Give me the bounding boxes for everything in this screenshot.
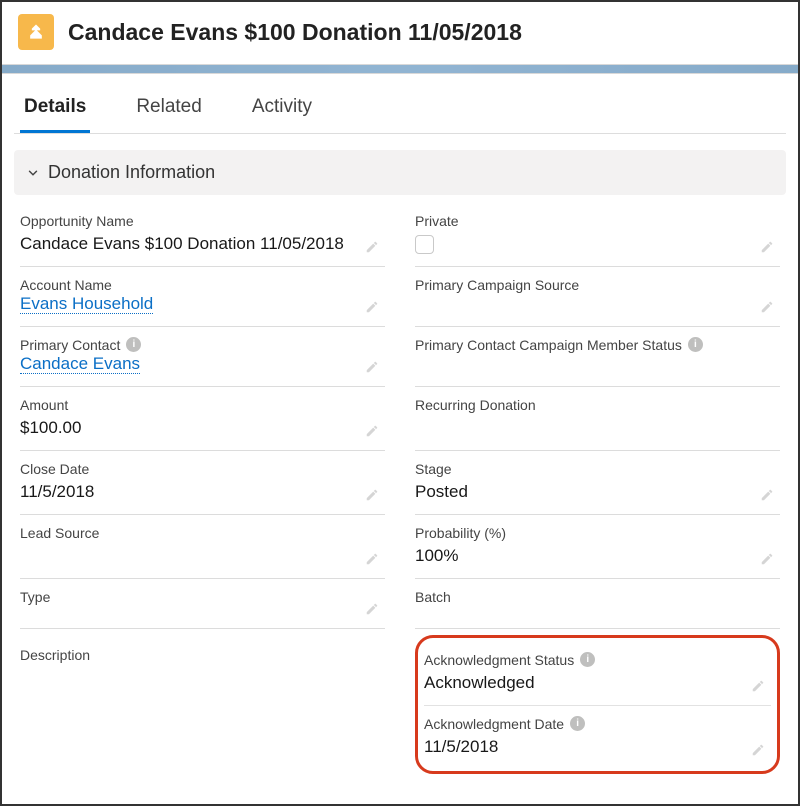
- label-opportunity-name: Opportunity Name: [20, 213, 134, 229]
- field-lead-source[interactable]: Lead Source: [20, 515, 385, 579]
- label-stage: Stage: [415, 461, 452, 477]
- label-ack-status: Acknowledgment Status: [424, 652, 574, 668]
- label-primary-contact-cms: Primary Contact Campaign Member Status: [415, 337, 682, 353]
- pencil-icon[interactable]: [760, 240, 774, 254]
- info-icon[interactable]: i: [570, 716, 585, 731]
- pencil-icon[interactable]: [365, 360, 379, 374]
- info-icon[interactable]: i: [688, 337, 703, 352]
- label-account-name: Account Name: [20, 277, 112, 293]
- section-title: Donation Information: [48, 162, 215, 183]
- highlight-acknowledgment: Acknowledgment Status i Acknowledged Ack…: [415, 635, 780, 774]
- field-recurring-donation[interactable]: Recurring Donation: [415, 387, 780, 451]
- label-recurring-donation: Recurring Donation: [415, 397, 536, 413]
- pencil-icon[interactable]: [365, 240, 379, 254]
- field-stage[interactable]: Stage Posted: [415, 451, 780, 515]
- value-probability: 100%: [415, 545, 750, 568]
- field-primary-contact[interactable]: Primary Contact i Candace Evans: [20, 327, 385, 387]
- pencil-icon[interactable]: [760, 488, 774, 502]
- pencil-icon[interactable]: [365, 602, 379, 616]
- link-account-name[interactable]: Evans Household: [20, 294, 153, 314]
- pencil-icon[interactable]: [365, 488, 379, 502]
- field-ack-date[interactable]: Acknowledgment Date i 11/5/2018: [424, 706, 771, 769]
- field-probability[interactable]: Probability (%) 100%: [415, 515, 780, 579]
- field-batch[interactable]: Batch: [415, 579, 780, 629]
- tab-related[interactable]: Related: [132, 82, 206, 133]
- field-account-name[interactable]: Account Name Evans Household: [20, 267, 385, 327]
- field-primary-contact-cms[interactable]: Primary Contact Campaign Member Status i: [415, 327, 780, 387]
- label-lead-source: Lead Source: [20, 525, 99, 541]
- label-description: Description: [20, 647, 90, 663]
- field-opportunity-name[interactable]: Opportunity Name Candace Evans $100 Dona…: [20, 203, 385, 267]
- label-batch: Batch: [415, 589, 451, 605]
- tab-activity[interactable]: Activity: [248, 82, 316, 133]
- pencil-icon[interactable]: [760, 552, 774, 566]
- value-close-date: 11/5/2018: [20, 481, 355, 504]
- field-type[interactable]: Type: [20, 579, 385, 629]
- value-stage: Posted: [415, 481, 750, 504]
- checkbox-private[interactable]: [415, 235, 434, 254]
- info-icon[interactable]: i: [126, 337, 141, 352]
- value-ack-status: Acknowledged: [424, 672, 741, 695]
- pencil-icon[interactable]: [365, 552, 379, 566]
- field-primary-campaign-source[interactable]: Primary Campaign Source: [415, 267, 780, 327]
- field-close-date[interactable]: Close Date 11/5/2018: [20, 451, 385, 515]
- pencil-icon[interactable]: [365, 300, 379, 314]
- field-ack-status[interactable]: Acknowledgment Status i Acknowledged: [424, 642, 771, 706]
- info-icon[interactable]: i: [580, 652, 595, 667]
- tab-bar: Details Related Activity: [14, 82, 786, 134]
- tab-details[interactable]: Details: [20, 82, 90, 133]
- field-description[interactable]: Description: [20, 629, 385, 774]
- path-bar: [2, 64, 798, 74]
- chevron-down-icon: [26, 166, 40, 180]
- pencil-icon[interactable]: [751, 679, 765, 693]
- field-amount[interactable]: Amount $100.00: [20, 387, 385, 451]
- label-amount: Amount: [20, 397, 68, 413]
- label-primary-campaign-source: Primary Campaign Source: [415, 277, 579, 293]
- pencil-icon[interactable]: [751, 743, 765, 757]
- pencil-icon[interactable]: [760, 300, 774, 314]
- value-ack-date: 11/5/2018: [424, 736, 741, 759]
- page-header: Candace Evans $100 Donation 11/05/2018: [2, 2, 798, 64]
- label-probability: Probability (%): [415, 525, 506, 541]
- label-close-date: Close Date: [20, 461, 89, 477]
- page-title: Candace Evans $100 Donation 11/05/2018: [68, 19, 522, 46]
- pencil-icon[interactable]: [365, 424, 379, 438]
- section-donation-information[interactable]: Donation Information: [14, 150, 786, 195]
- label-type: Type: [20, 589, 50, 605]
- label-private: Private: [415, 213, 459, 229]
- link-primary-contact[interactable]: Candace Evans: [20, 354, 140, 374]
- field-private[interactable]: Private: [415, 203, 780, 267]
- label-ack-date: Acknowledgment Date: [424, 716, 564, 732]
- value-opportunity-name: Candace Evans $100 Donation 11/05/2018: [20, 233, 355, 256]
- opportunity-icon: [18, 14, 54, 50]
- value-amount: $100.00: [20, 417, 355, 440]
- label-primary-contact: Primary Contact: [20, 337, 120, 353]
